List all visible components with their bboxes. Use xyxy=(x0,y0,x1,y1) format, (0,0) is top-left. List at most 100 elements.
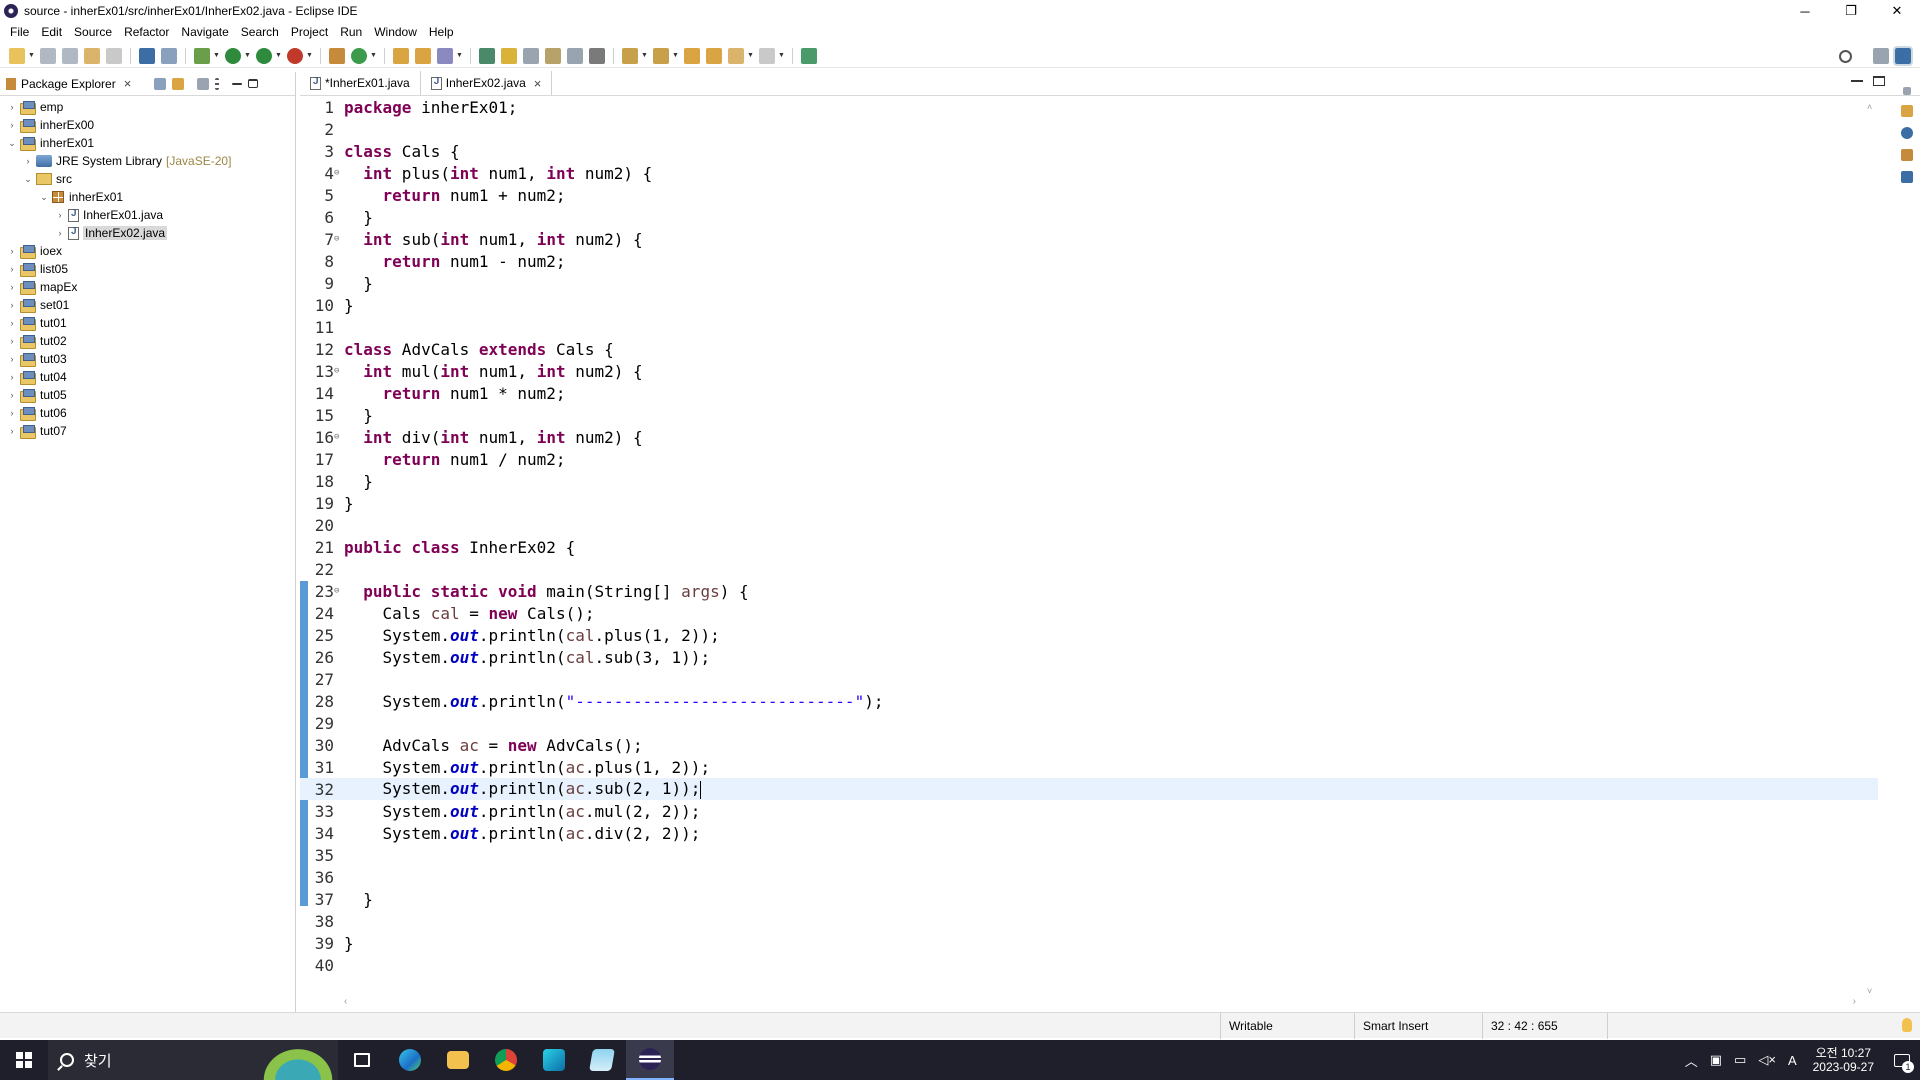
tree-expand-icon[interactable]: › xyxy=(54,210,66,220)
redo-icon[interactable] xyxy=(106,47,122,64)
scroll-down-arrow-icon[interactable]: ˅ xyxy=(1867,986,1872,996)
menu-search[interactable]: Search xyxy=(235,25,285,39)
menu-navigate[interactable]: Navigate xyxy=(175,25,234,39)
search-tool-icon[interactable] xyxy=(437,47,453,64)
menu-window[interactable]: Window xyxy=(368,25,423,39)
code-line[interactable]: 35 xyxy=(300,844,1878,866)
code-line[interactable]: 27 xyxy=(300,668,1878,690)
menu-help[interactable]: Help xyxy=(423,25,460,39)
code-line[interactable]: 13 ⊖ int mul(int num1, int num2) { xyxy=(300,360,1878,382)
tree-expand-icon[interactable]: › xyxy=(6,354,18,364)
previous-annotation-dropdown-arrow[interactable]: ▼ xyxy=(672,52,679,59)
code-editor[interactable]: 1 package inherEx01; 2 3 class Cals {4 ⊖ int … xyxy=(300,96,1878,998)
fold-toggle-icon[interactable]: ⊖ xyxy=(334,432,344,442)
vertical-scrollbar[interactable]: ˄ ˅ xyxy=(1864,96,1878,998)
menu-project[interactable]: Project xyxy=(285,25,334,39)
tree-expand-icon[interactable]: › xyxy=(6,408,18,418)
new-java-package-icon[interactable] xyxy=(329,47,345,64)
code-line[interactable]: 3 class Cals { xyxy=(300,140,1878,162)
tree-item[interactable]: › InherEx01.java xyxy=(0,206,295,224)
menu-file[interactable]: File xyxy=(4,25,35,39)
code-line[interactable]: 30 AdvCals ac = new AdvCals(); xyxy=(300,734,1878,756)
show-whitespace-icon[interactable] xyxy=(567,47,583,64)
code-line[interactable]: 28 System.out.println("-----------------… xyxy=(300,690,1878,712)
clock[interactable]: 오전 10:27 2023-09-27 xyxy=(1813,1046,1874,1074)
external-tools-dropdown-arrow[interactable]: ▼ xyxy=(306,52,313,59)
tree-expand-icon[interactable]: › xyxy=(6,318,18,328)
code-line[interactable]: 21 public class InherEx02 { xyxy=(300,536,1878,558)
menu-source[interactable]: Source xyxy=(68,25,118,39)
mark-occurrences-icon[interactable] xyxy=(501,47,517,64)
scroll-left-arrow-icon[interactable]: ‹ xyxy=(344,996,347,1007)
tree-expand-icon[interactable]: › xyxy=(54,228,66,238)
start-button[interactable] xyxy=(0,1040,48,1080)
open-task-icon[interactable] xyxy=(415,47,431,64)
code-line[interactable]: 15 } xyxy=(300,404,1878,426)
link-with-editor-icon[interactable] xyxy=(172,77,185,90)
tree-item[interactable]: › tut02 xyxy=(0,332,295,350)
view-menu-icon[interactable] xyxy=(215,77,220,90)
code-line[interactable]: 2 xyxy=(300,118,1878,140)
code-line[interactable]: 31 System.out.println(ac.plus(1, 2)); xyxy=(300,756,1878,778)
forward-dropdown-arrow[interactable]: ▼ xyxy=(778,52,785,59)
tree-expand-icon[interactable]: › xyxy=(6,264,18,274)
code-line[interactable]: 29 xyxy=(300,712,1878,734)
tree-item[interactable]: › JRE System Library [JavaSE-20] xyxy=(0,152,295,170)
coverage-icon[interactable] xyxy=(256,47,272,64)
app-taskbar-button[interactable] xyxy=(530,1040,578,1080)
code-line[interactable]: 4 ⊖ int plus(int num1, int num2) { xyxy=(300,162,1878,184)
save-all-icon[interactable] xyxy=(62,47,78,64)
code-line[interactable]: 16 ⊖ int div(int num1, int num2) { xyxy=(300,426,1878,448)
code-line[interactable]: 11 xyxy=(300,316,1878,338)
tree-expand-icon[interactable]: › xyxy=(6,246,18,256)
maximize-editor-icon[interactable] xyxy=(1873,76,1885,86)
fold-toggle-icon[interactable]: ⊖ xyxy=(334,168,344,178)
package-explorer-tab[interactable]: Package Explorer × xyxy=(0,72,137,96)
pilcrow-icon[interactable] xyxy=(589,47,605,64)
show-hidden-icons-icon[interactable]: ︿ xyxy=(1685,1051,1698,1070)
code-line[interactable]: 26 System.out.println(cal.sub(3, 1)); xyxy=(300,646,1878,668)
minimize-button[interactable]: ─ xyxy=(1782,0,1828,22)
debug-dropdown-arrow[interactable]: ▼ xyxy=(213,52,220,59)
taskbar-search-box[interactable]: 찾기 xyxy=(48,1040,338,1080)
tree-expand-icon[interactable]: › xyxy=(6,102,18,112)
scroll-right-arrow-icon[interactable]: › xyxy=(1853,996,1856,1007)
coverage-dropdown-arrow[interactable]: ▼ xyxy=(275,52,282,59)
ime-indicator[interactable]: A xyxy=(1788,1053,1797,1068)
tree-expand-icon[interactable]: › xyxy=(22,156,34,166)
minimize-view-icon[interactable] xyxy=(232,82,243,85)
maximize-view-icon[interactable] xyxy=(248,79,259,88)
code-line[interactable]: 32 System.out.println(ac.sub(2, 1)); xyxy=(300,778,1878,800)
code-line[interactable]: 24 Cals cal = new Cals(); xyxy=(300,602,1878,624)
tree-expand-icon[interactable]: › xyxy=(6,390,18,400)
tree-item[interactable]: › tut03 xyxy=(0,350,295,368)
new-java-class-icon[interactable] xyxy=(351,47,367,64)
notepad-taskbar-button[interactable] xyxy=(578,1040,626,1080)
java-perspective-icon[interactable] xyxy=(1893,46,1913,66)
tree-item[interactable]: ⌄ src xyxy=(0,170,295,188)
tree-item[interactable]: › inherEx00 xyxy=(0,116,295,134)
minimize-editor-icon[interactable] xyxy=(1851,80,1863,82)
code-line[interactable]: 8 return num1 - num2; xyxy=(300,250,1878,272)
tree-expand-icon[interactable]: ⌄ xyxy=(6,138,18,149)
tree-item[interactable]: ⌄ inherEx01 xyxy=(0,134,295,152)
code-line[interactable]: 17 return num1 / num2; xyxy=(300,448,1878,470)
open-type-icon[interactable] xyxy=(393,47,409,64)
next-annotation-dropdown-arrow[interactable]: ▼ xyxy=(641,52,648,59)
tree-expand-icon[interactable]: › xyxy=(6,336,18,346)
terminal-icon[interactable] xyxy=(139,47,155,64)
code-line[interactable]: 1 package inherEx01; xyxy=(300,96,1878,118)
tree-expand-icon[interactable]: › xyxy=(6,282,18,292)
chrome-taskbar-button[interactable] xyxy=(482,1040,530,1080)
edge-taskbar-button[interactable] xyxy=(386,1040,434,1080)
code-line[interactable]: 14 return num1 * num2; xyxy=(300,382,1878,404)
tree-item[interactable]: › tut01 xyxy=(0,314,295,332)
code-line[interactable]: 37 } xyxy=(300,888,1878,910)
open-perspective-icon[interactable] xyxy=(1873,48,1889,64)
tree-item[interactable]: ⌄ inherEx01 xyxy=(0,188,295,206)
previous-annotation-icon[interactable] xyxy=(653,47,669,64)
network-icon[interactable]: ▭ xyxy=(1734,1052,1746,1068)
debug-icon[interactable] xyxy=(194,47,210,64)
new-class-dropdown-arrow[interactable]: ▼ xyxy=(370,52,377,59)
tree-item[interactable]: › set01 xyxy=(0,296,295,314)
